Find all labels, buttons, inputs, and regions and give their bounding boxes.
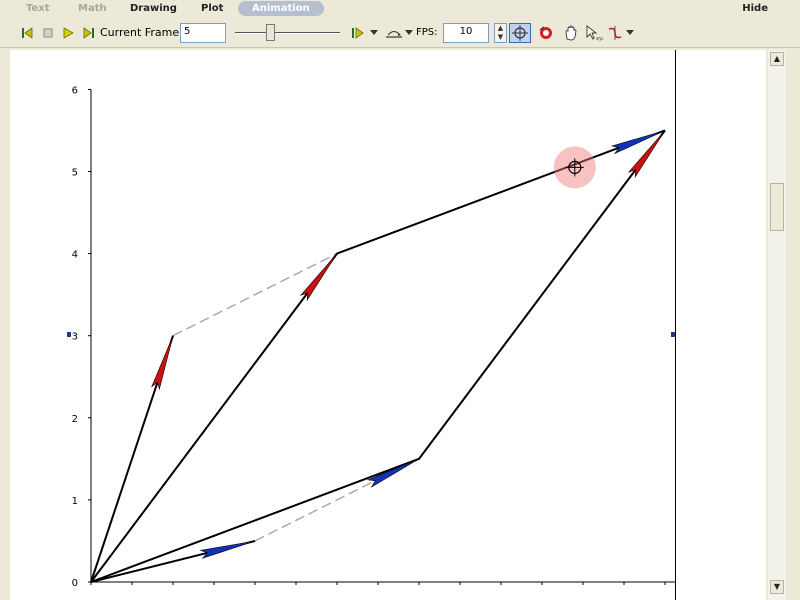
y-tick-label: 2 [72, 414, 78, 425]
scroll-up-button[interactable]: ▲ [770, 52, 784, 66]
plot-selection-handle-right[interactable] [671, 332, 675, 337]
y-tick-label: 0 [72, 578, 78, 589]
dashed-guide-line [172, 252, 338, 337]
red-vector-arrow [299, 253, 338, 302]
y-tick-label: 1 [72, 496, 78, 507]
blue-vector-arrow [199, 540, 256, 559]
vector-path-line [90, 129, 666, 583]
vector-path-line [90, 129, 666, 583]
window-edge [786, 50, 800, 600]
y-tick-label: 4 [72, 250, 78, 261]
y-tick-label: 6 [72, 85, 78, 96]
y-tick-label: 3 [72, 332, 78, 343]
scrollbar-thumb[interactable] [770, 183, 784, 231]
red-vector-arrow [151, 335, 174, 391]
y-tick-label: 5 [72, 168, 78, 179]
animation-plot[interactable]: 0 1 2 3 4 5 6 [0, 0, 800, 600]
plot-selection-handle-left[interactable] [67, 332, 71, 337]
scroll-down-button[interactable]: ▼ [770, 580, 784, 594]
animation-window: Text Math Drawing Plot Animation Hide Cu… [0, 0, 800, 600]
vertical-scrollbar[interactable]: ▲ ▼ [768, 50, 786, 600]
blue-vector-arrow [366, 458, 420, 488]
